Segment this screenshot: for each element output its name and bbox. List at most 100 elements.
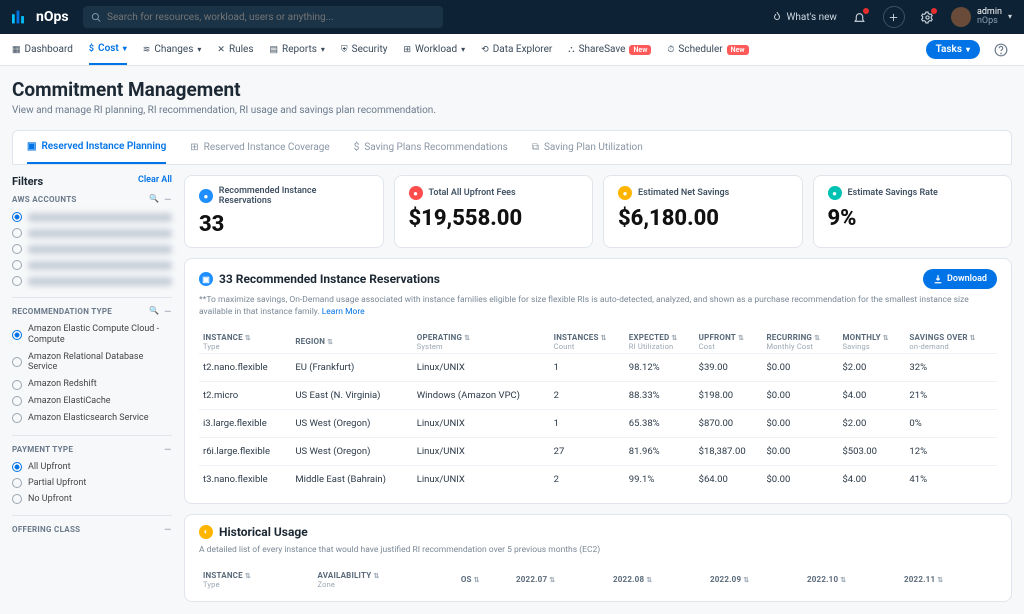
nav-label: Scheduler — [678, 44, 722, 55]
nav-item-reports[interactable]: ▤Reports▾ — [270, 34, 325, 65]
nav-item-workload[interactable]: ⊞Workload▾ — [403, 34, 465, 65]
metric-icon: ● — [618, 186, 632, 200]
col-header[interactable]: 2022.09⇅ — [706, 565, 803, 591]
settings-dot — [931, 8, 937, 14]
nav-icon: ≋ — [143, 45, 151, 55]
tab-reserved-instance-coverage[interactable]: ⊞Reserved Instance Coverage — [190, 131, 329, 164]
col-header[interactable]: INSTANCES⇅Count — [550, 327, 625, 354]
col-header[interactable]: 2022.07⇅ — [512, 565, 609, 591]
payment-type-option[interactable]: No Upfront — [12, 491, 172, 507]
col-header[interactable]: 2022.10⇅ — [803, 565, 900, 591]
new-badge: New — [727, 45, 749, 55]
brand-logo[interactable]: nOps — [12, 9, 69, 25]
nav-item-changes[interactable]: ≋Changes▾ — [143, 34, 202, 65]
account-option[interactable]: xxxxxxxx — [12, 241, 172, 257]
col-header[interactable]: UPFRONT⇅Cost — [695, 327, 763, 354]
rec-type-option[interactable]: Amazon Elasticsearch Service — [12, 410, 172, 427]
settings-button[interactable] — [917, 6, 939, 28]
nav-icon: ⛨ — [341, 45, 348, 55]
tab-saving-plan-utilization[interactable]: ⧉Saving Plan Utilization — [532, 131, 643, 164]
table-cell: $64.00 — [695, 465, 763, 493]
table-cell: US East (N. Virginia) — [291, 381, 412, 409]
radio-icon — [12, 276, 22, 286]
col-header[interactable]: INSTANCE⇅Type — [199, 327, 291, 354]
download-button[interactable]: Download — [923, 269, 997, 289]
account-name-redacted: xxxxxxxx — [28, 261, 172, 270]
table-cell: r6i.large.flexible — [199, 437, 291, 465]
table-cell: $0.00 — [762, 353, 838, 381]
search-input[interactable] — [107, 12, 435, 23]
rec-type-label: Amazon Elasticsearch Service — [28, 413, 149, 424]
metric-value: 9% — [828, 206, 998, 231]
account-option[interactable]: xxxxxxxx — [12, 209, 172, 225]
table-row[interactable]: t3.nano.flexibleMiddle East (Bahrain)Lin… — [199, 465, 997, 493]
account-option[interactable]: xxxxxxxx — [12, 225, 172, 241]
col-header[interactable]: EXPECTED⇅RI Utilization — [625, 327, 695, 354]
nav-item-data-explorer[interactable]: ⟲Data Explorer — [481, 34, 552, 65]
col-header[interactable]: AVAILABILITY⇅Zone — [314, 565, 457, 591]
page-header: Commitment Management View and manage RI… — [0, 66, 1024, 122]
table-cell: 0% — [905, 409, 997, 437]
search-icon[interactable]: 🔍 — [149, 194, 159, 205]
nav-item-cost[interactable]: $Cost▾ — [89, 34, 127, 65]
payment-type-option[interactable]: Partial Upfront — [12, 475, 172, 491]
notification-dot — [863, 8, 869, 14]
whats-new-button[interactable]: What's new — [771, 6, 837, 28]
rec-type-option[interactable]: Amazon Relational Database Service — [12, 349, 172, 377]
learn-more-link[interactable]: Learn More — [322, 307, 365, 317]
collapse-icon[interactable]: － — [164, 524, 172, 535]
payment-type-label: PAYMENT TYPE — [12, 445, 73, 454]
table-cell: 2 — [550, 381, 625, 409]
add-button[interactable] — [883, 6, 905, 28]
table-cell: Middle East (Bahrain) — [291, 465, 412, 493]
collapse-icon[interactable]: － — [164, 306, 172, 317]
payment-type-label: No Upfront — [28, 494, 72, 504]
table-cell: $2.00 — [838, 353, 905, 381]
col-header[interactable]: RECURRING⇅Monthly Cost — [762, 327, 838, 354]
collapse-icon[interactable]: － — [164, 194, 172, 205]
clear-all-link[interactable]: Clear All — [138, 175, 172, 188]
user-menu[interactable]: admin nOps ▾ — [951, 7, 1012, 27]
hist-panel-note: A detailed list of every instance that w… — [199, 545, 997, 557]
sort-icon: ⇅ — [646, 576, 652, 584]
notifications-button[interactable] — [849, 6, 871, 28]
radio-icon — [12, 330, 22, 340]
table-row[interactable]: r6i.large.flexibleUS West (Oregon)Linux/… — [199, 437, 997, 465]
nav-icon: ✕ — [217, 45, 225, 55]
col-header[interactable]: MONTHLY⇅Savings — [838, 327, 905, 354]
nav-icon: ⛬ — [568, 45, 574, 55]
nav-item-scheduler[interactable]: ⏱SchedulerNew — [667, 34, 748, 65]
help-button[interactable] — [990, 39, 1012, 61]
global-search[interactable] — [83, 6, 443, 28]
account-option[interactable]: xxxxxxxx — [12, 273, 172, 289]
rec-type-option[interactable]: Amazon Elastic Compute Cloud - Compute — [12, 321, 172, 349]
rec-type-option[interactable]: Amazon Redshift — [12, 376, 172, 393]
collapse-icon[interactable]: － — [164, 444, 172, 455]
nav-item-dashboard[interactable]: ▦Dashboard — [12, 34, 73, 65]
col-header[interactable]: OS⇅ — [457, 565, 512, 591]
rec-type-label: Amazon ElastiCache — [28, 396, 111, 407]
rec-type-option[interactable]: Amazon ElastiCache — [12, 393, 172, 410]
tasks-button[interactable]: Tasks ▾ — [926, 40, 980, 59]
payment-type-option[interactable]: All Upfront — [12, 459, 172, 475]
col-header[interactable]: REGION⇅ — [291, 327, 412, 354]
table-row[interactable]: t2.nano.flexibleEU (Frankfurt)Linux/UNIX… — [199, 353, 997, 381]
topbar-right: What's new admin nOps ▾ — [771, 6, 1012, 28]
col-header[interactable]: INSTANCE⇅Type — [199, 565, 314, 591]
col-header[interactable]: 2022.08⇅ — [609, 565, 706, 591]
table-row[interactable]: t2.microUS East (N. Virginia)Windows (Am… — [199, 381, 997, 409]
col-header[interactable]: OPERATING⇅System — [413, 327, 550, 354]
col-header[interactable]: SAVINGS OVER⇅on-demand — [905, 327, 997, 354]
search-icon[interactable]: 🔍 — [149, 306, 159, 317]
hist-panel-title: Historical Usage — [219, 525, 308, 539]
nav-item-rules[interactable]: ✕Rules — [217, 34, 253, 65]
historical-panel: ◐Historical Usage A detailed list of eve… — [184, 514, 1012, 602]
nav-item-security[interactable]: ⛨Security — [341, 34, 388, 65]
table-row[interactable]: i3.large.flexibleUS West (Oregon)Linux/U… — [199, 409, 997, 437]
tab-reserved-instance-planning[interactable]: ▣Reserved Instance Planning — [27, 131, 166, 164]
account-name-redacted: xxxxxxxx — [28, 213, 172, 222]
nav-item-sharesave[interactable]: ⛬ShareSaveNew — [568, 34, 651, 65]
col-header[interactable]: 2022.11⇅ — [900, 565, 997, 591]
tab-saving-plans-recommendations[interactable]: $Saving Plans Recommendations — [354, 131, 508, 164]
account-option[interactable]: xxxxxxxx — [12, 257, 172, 273]
